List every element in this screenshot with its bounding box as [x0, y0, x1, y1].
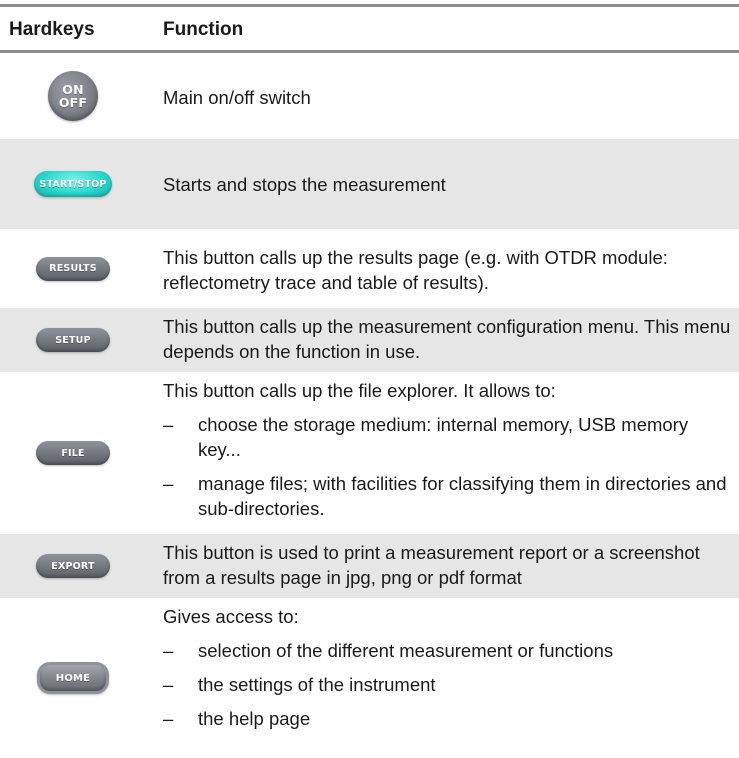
- start-stop-key-icon: START/STOP: [34, 171, 112, 197]
- home-key-icon: HOME: [37, 662, 109, 694]
- table-row-results: RESULTS This button calls up the results…: [0, 229, 739, 308]
- function-text: Starts and stops the measurement: [163, 174, 446, 195]
- list-item: – the help page: [163, 706, 731, 731]
- intro-text: Gives access to:: [163, 606, 299, 627]
- key-label: FILE: [61, 447, 85, 459]
- list-item: – selection of the different measurement…: [163, 638, 731, 663]
- table-row-file: FILE This button calls up the file explo…: [0, 372, 739, 534]
- header-function: Function: [163, 19, 244, 40]
- key-label: OFF: [58, 95, 88, 110]
- bullet-text: the help page: [198, 708, 311, 729]
- file-key-icon: FILE: [36, 441, 110, 465]
- key-label: EXPORT: [51, 560, 95, 572]
- dash: –: [163, 674, 174, 695]
- key-label: SETUP: [55, 334, 91, 346]
- header-hardkeys: Hardkeys: [9, 19, 95, 40]
- export-key-icon: EXPORT: [36, 554, 110, 578]
- results-key-icon: RESULTS: [36, 256, 110, 281]
- function-text: Gives access to: – selection of the diff…: [163, 604, 731, 731]
- dash: –: [163, 708, 174, 729]
- key-label: HOME: [55, 672, 91, 684]
- table-row-export: EXPORT This button is used to print a me…: [0, 534, 739, 598]
- bullet-text: manage files; with facilities for classi…: [198, 473, 727, 519]
- dash: –: [163, 473, 174, 494]
- table-row-onoff: ON OFF Main on/off switch: [0, 53, 739, 139]
- list-item: – choose the storage medium: internal me…: [163, 412, 731, 462]
- list-item: – manage files; with facilities for clas…: [163, 471, 731, 521]
- setup-key-icon: SETUP: [36, 328, 110, 352]
- dash: –: [163, 640, 174, 661]
- bullet-text: selection of the different measurement o…: [198, 640, 614, 661]
- table-row-setup: SETUP This button calls up the measureme…: [0, 308, 739, 372]
- key-label: RESULTS: [49, 263, 97, 274]
- header-row: Hardkeys Function: [0, 7, 739, 50]
- function-text: This button calls up the results page (e…: [163, 247, 668, 293]
- function-text: This button calls up the measurement con…: [163, 316, 731, 362]
- bullet-text: choose the storage medium: internal memo…: [198, 414, 689, 460]
- table-row-start-stop: START/STOP Starts and stops the measurem…: [0, 139, 739, 229]
- dash: –: [163, 414, 174, 435]
- table-row-home: HOME Gives access to: – selection of the…: [0, 598, 739, 758]
- function-text: Main on/off switch: [163, 87, 311, 108]
- list-item: – the settings of the instrument: [163, 672, 731, 697]
- on-off-key-icon: ON OFF: [48, 71, 98, 121]
- function-text: This button calls up the file explorer. …: [163, 378, 731, 521]
- intro-text: This button calls up the file explorer. …: [163, 380, 556, 401]
- bullet-text: the settings of the instrument: [198, 674, 436, 695]
- key-label: START/STOP: [39, 178, 107, 190]
- function-text: This button is used to print a measureme…: [163, 542, 700, 588]
